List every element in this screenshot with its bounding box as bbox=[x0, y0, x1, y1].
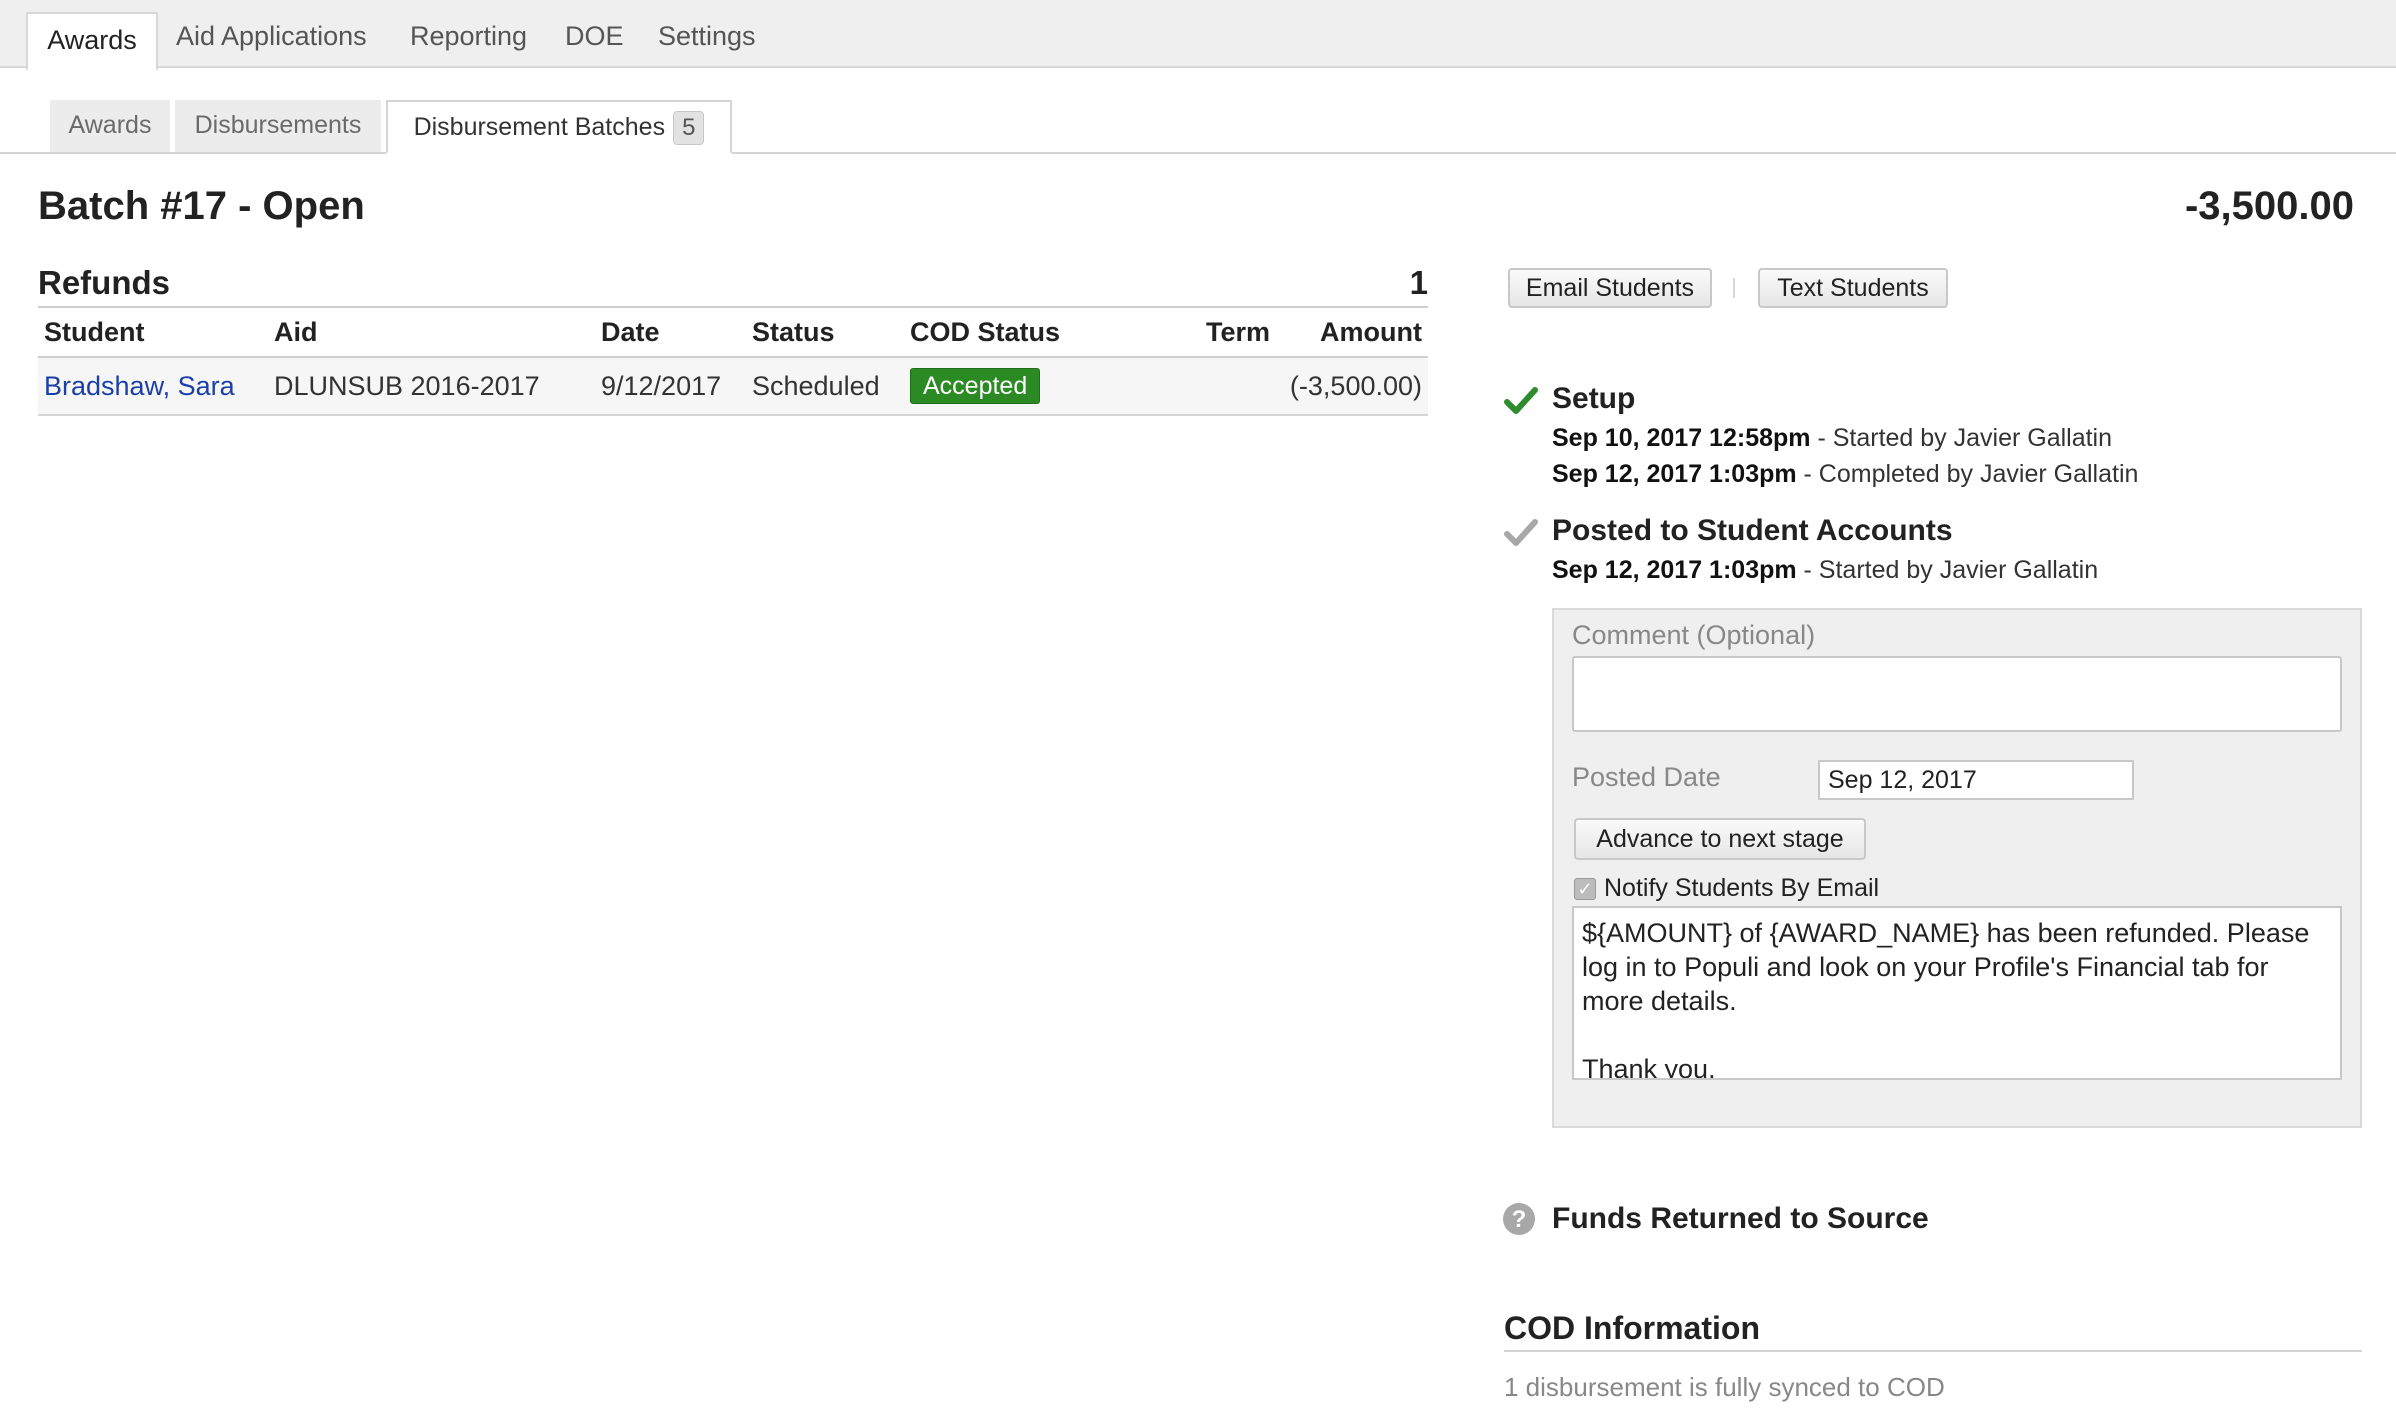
cod-sync-status: 1 disbursement is fully synced to COD bbox=[1504, 1372, 1945, 1402]
student-link[interactable]: Bradshaw, Sara bbox=[44, 371, 235, 401]
cod-status-badge: Accepted bbox=[910, 368, 1041, 404]
batch-total: -3,500.00 bbox=[2184, 184, 2354, 228]
cell-term bbox=[1180, 357, 1276, 416]
cell-date: 9/12/2017 bbox=[595, 357, 746, 416]
refunds-table: Student Aid Date Status COD Status Term … bbox=[38, 306, 1428, 416]
svg-text:?: ? bbox=[1512, 1206, 1527, 1233]
cell-amount: (-3,500.00) bbox=[1276, 357, 1428, 416]
check-icon bbox=[1504, 387, 1538, 414]
comment-label: Comment (Optional) bbox=[1572, 620, 1816, 650]
col-cod-status[interactable]: COD Status bbox=[904, 306, 1180, 358]
cell-cod-status: Accepted bbox=[904, 357, 1180, 416]
sub-tabs: Awards Disbursements Disbursement Batche… bbox=[0, 100, 2396, 154]
refunds-header: Refunds 1 bbox=[38, 264, 1428, 304]
nav-tab-awards[interactable]: Awards bbox=[26, 12, 158, 70]
table-row: Bradshaw, Sara DLUNSUB 2016-2017 9/12/20… bbox=[38, 357, 1428, 416]
refunds-title: Refunds bbox=[38, 264, 170, 301]
nav-tab-settings[interactable]: Settings bbox=[658, 14, 756, 69]
email-students-button[interactable]: Email Students bbox=[1508, 268, 1712, 308]
refunds-count: 1 bbox=[1409, 264, 1428, 301]
batch-count-badge: 5 bbox=[673, 111, 705, 146]
col-term[interactable]: Term bbox=[1180, 306, 1276, 358]
notify-label: Notify Students By Email bbox=[1604, 874, 1880, 902]
stage-setup-title: Setup bbox=[1552, 382, 1636, 415]
col-status[interactable]: Status bbox=[746, 306, 904, 358]
notify-checkbox[interactable]: ✓ bbox=[1574, 878, 1596, 900]
subtab-disbursements[interactable]: Disbursements bbox=[175, 100, 381, 152]
check-icon bbox=[1504, 519, 1538, 546]
nav-tab-reporting[interactable]: Reporting bbox=[410, 14, 527, 69]
stage-setup-completed: Sep 12, 2017 1:03pm - Completed by Javie… bbox=[1552, 460, 2139, 488]
subtab-label: Disbursement Batches bbox=[413, 113, 666, 141]
stage-posted-title: Posted to Student Accounts bbox=[1552, 514, 1953, 547]
nav-tab-aid-applications[interactable]: Aid Applications bbox=[176, 14, 367, 69]
stage-funds-title: Funds Returned to Source bbox=[1552, 1202, 1929, 1235]
top-navigation: Awards Aid Applications Reporting DOE Se… bbox=[0, 0, 2396, 70]
col-date[interactable]: Date bbox=[595, 306, 746, 358]
cod-information-title: COD Information bbox=[1504, 1310, 2362, 1352]
subtab-disbursement-batches[interactable]: Disbursement Batches 5 bbox=[386, 100, 732, 154]
posted-date-input[interactable]: Sep 12, 2017 bbox=[1818, 760, 2134, 800]
col-amount[interactable]: Amount bbox=[1276, 306, 1428, 358]
cell-status: Scheduled bbox=[746, 357, 904, 416]
stage-form-panel: Comment (Optional) Posted Date Sep 12, 2… bbox=[1552, 608, 2362, 1128]
cell-student[interactable]: Bradshaw, Sara bbox=[38, 357, 268, 416]
stage-posted-started: Sep 12, 2017 1:03pm - Started by Javier … bbox=[1552, 556, 2099, 584]
posted-date-label: Posted Date bbox=[1572, 762, 1721, 792]
button-divider bbox=[1733, 278, 1735, 298]
col-student[interactable]: Student bbox=[38, 306, 268, 358]
page-title: Batch #17 - Open bbox=[38, 184, 365, 228]
cell-aid: DLUNSUB 2016-2017 bbox=[268, 357, 595, 416]
subtab-awards[interactable]: Awards bbox=[50, 100, 170, 152]
table-header-row: Student Aid Date Status COD Status Term … bbox=[38, 306, 1428, 358]
stage-setup-started: Sep 10, 2017 12:58pm - Started by Javier… bbox=[1552, 424, 2113, 452]
email-body-textarea[interactable]: ${AMOUNT} of {AWARD_NAME} has been refun… bbox=[1572, 906, 2342, 1080]
comment-input[interactable] bbox=[1572, 656, 2342, 732]
text-students-button[interactable]: Text Students bbox=[1758, 268, 1948, 308]
question-icon: ? bbox=[1503, 1203, 1535, 1235]
nav-tab-doe[interactable]: DOE bbox=[565, 14, 624, 69]
col-aid[interactable]: Aid bbox=[268, 306, 595, 358]
advance-stage-button[interactable]: Advance to next stage bbox=[1574, 818, 1866, 860]
